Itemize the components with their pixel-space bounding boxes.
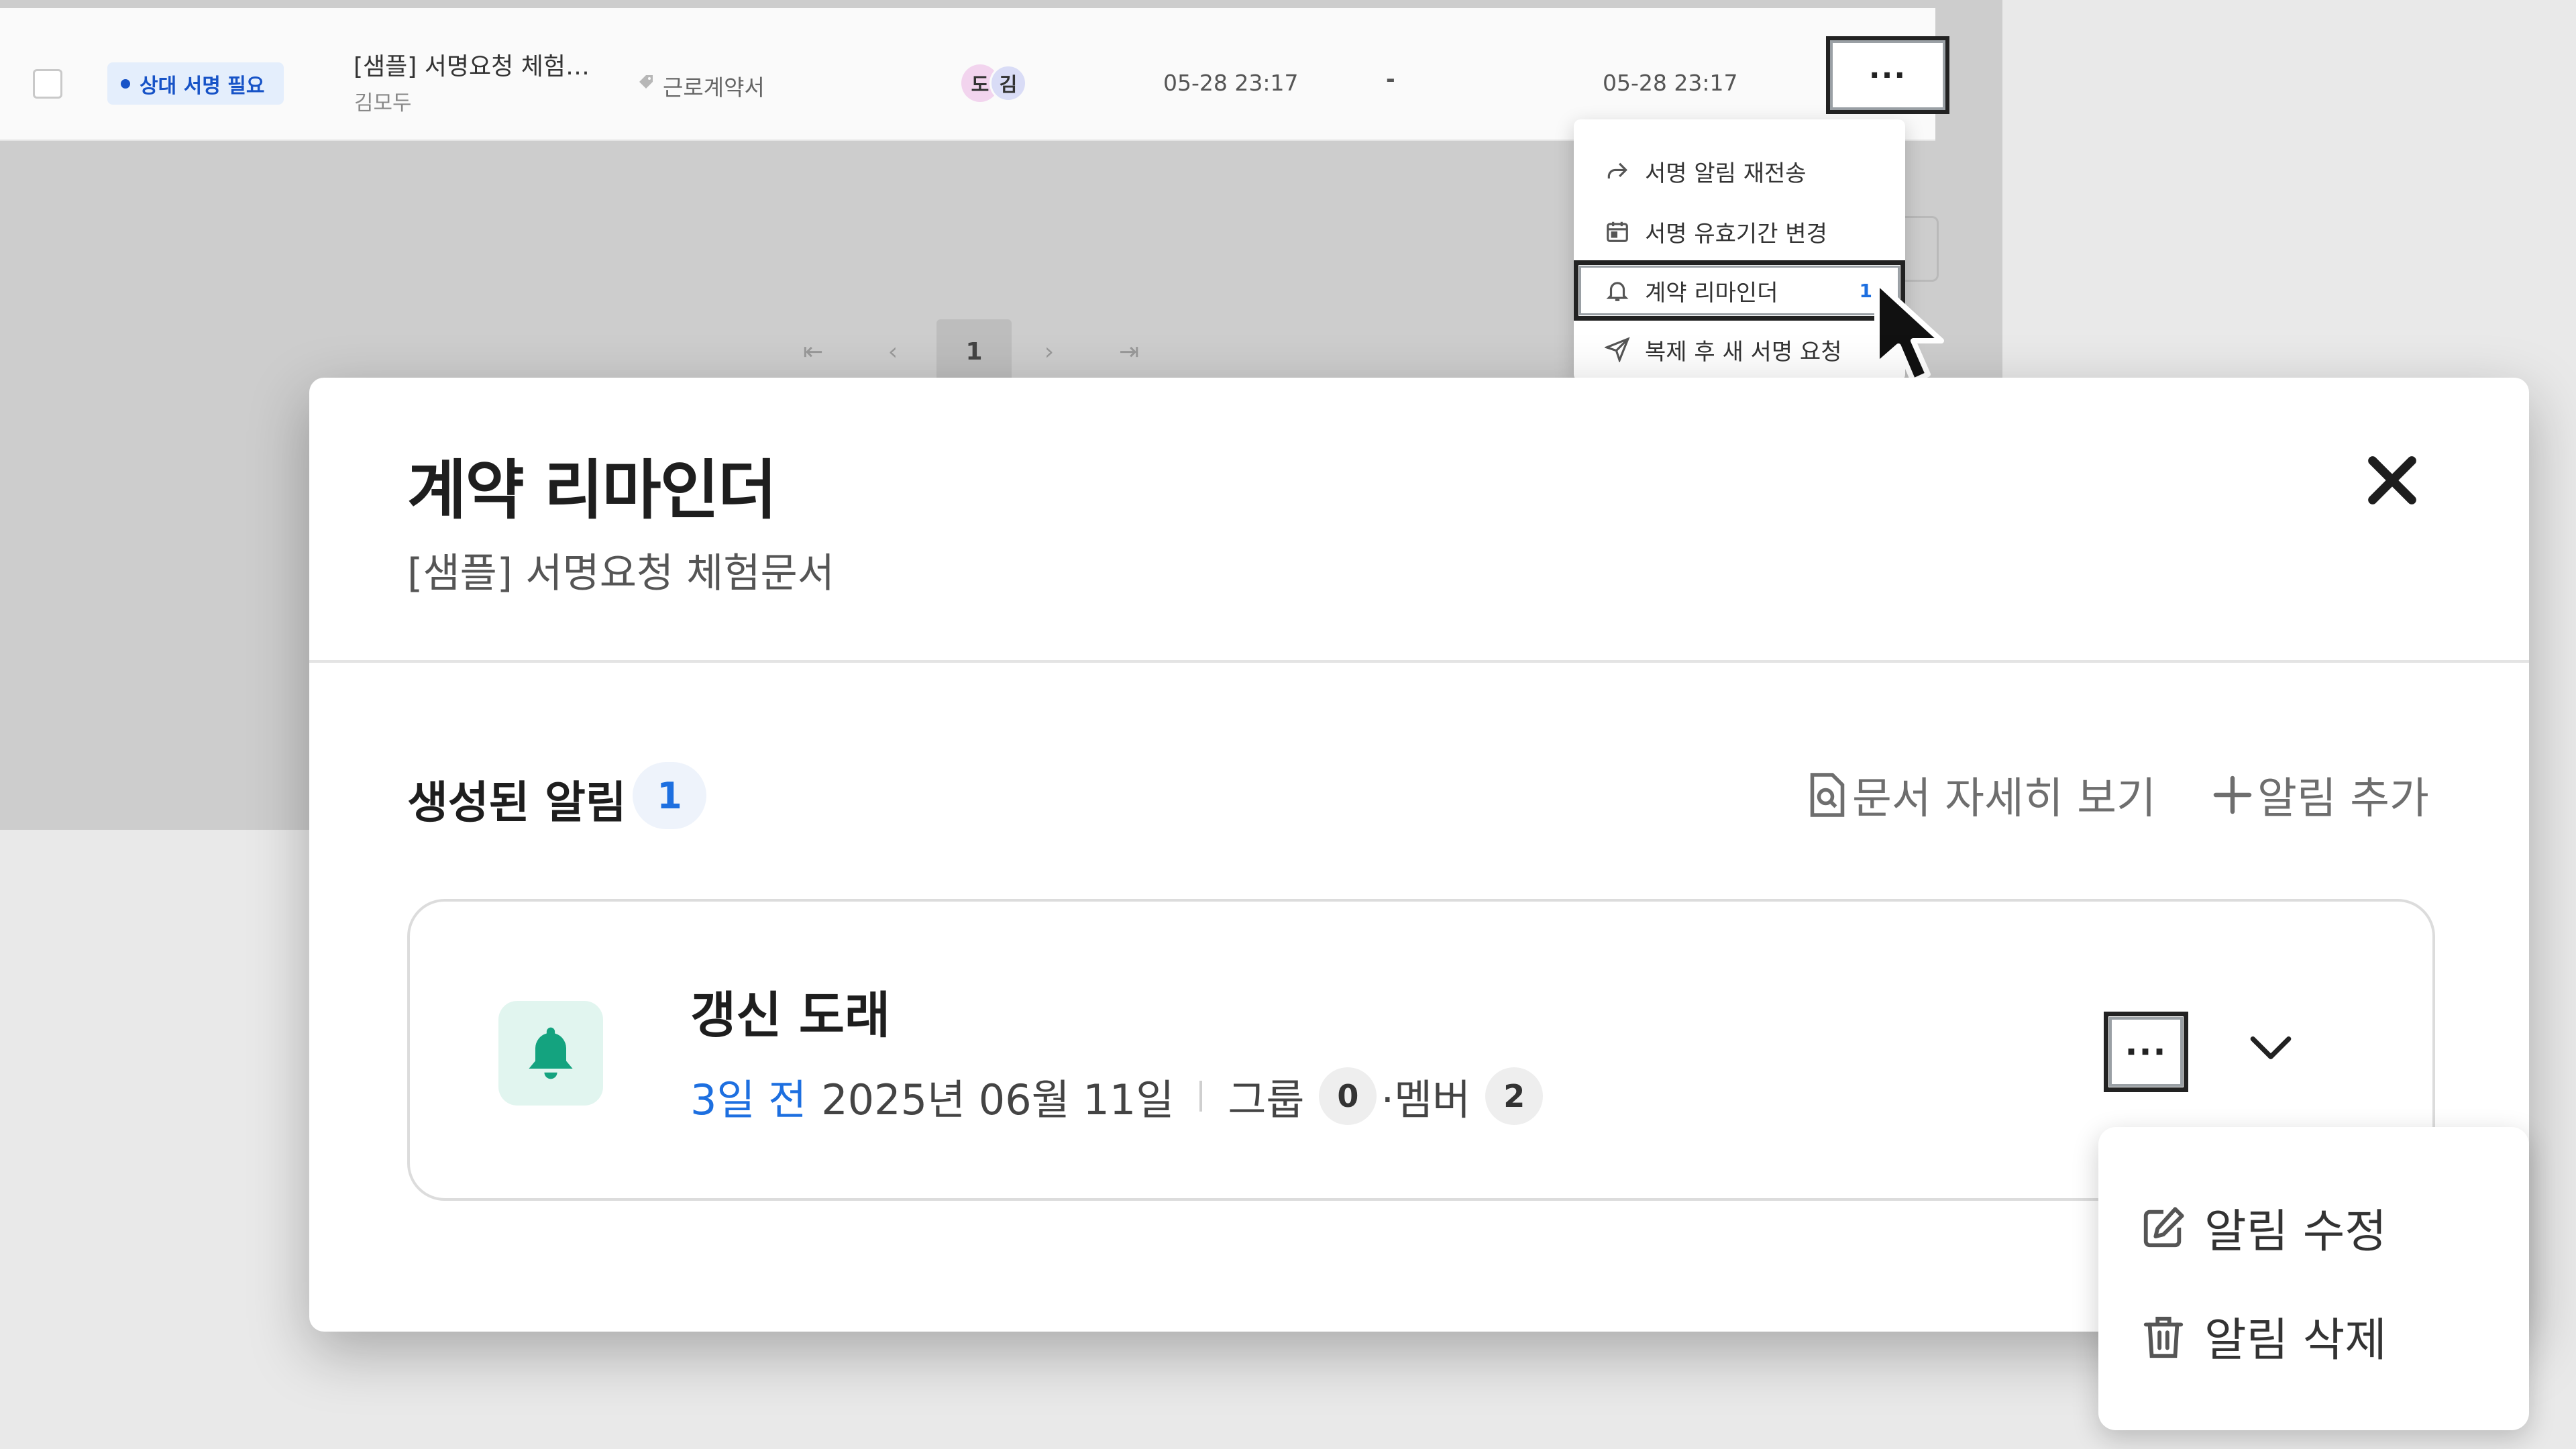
member-label: ·멤버 xyxy=(1381,1075,1471,1124)
group-count: 0 xyxy=(1319,1067,1377,1125)
status-dot-icon xyxy=(121,78,130,89)
delete-alarm-label: 알림 삭제 xyxy=(2204,1314,2387,1367)
status-badge: 상대 서명 필요 xyxy=(107,62,284,105)
mouse-cursor-icon xyxy=(1874,279,1944,384)
alarm-more-button[interactable]: ··· xyxy=(2104,1012,2188,1092)
row-more-button[interactable]: ··· xyxy=(1826,36,1949,114)
current-page[interactable]: 1 xyxy=(936,319,1012,384)
view-document-label: 문서 자세히 보기 xyxy=(1852,774,2156,824)
document-title[interactable]: [샘플] 서명요청 체험문서 xyxy=(354,47,595,82)
row-context-menu: 서명 알림 재전송 서명 유효기간 변경 계약 리마인더 1 복제 후 새 서명… xyxy=(1574,119,1905,381)
menu-item-label: 계약 리마인더 xyxy=(1645,279,1778,307)
add-alarm-label: 알림 추가 xyxy=(2257,774,2429,824)
updated-date: 05-28 23:17 xyxy=(1603,70,1738,96)
tag-icon xyxy=(639,75,653,89)
add-alarm-button[interactable]: 알림 추가 xyxy=(2212,764,2429,826)
modal-divider xyxy=(309,660,2529,663)
prev-page-button[interactable]: ‹ xyxy=(855,319,930,384)
edit-icon xyxy=(2143,1206,2184,1247)
last-page-button[interactable]: ⇥ xyxy=(1091,319,1167,384)
next-page-button[interactable]: › xyxy=(1012,319,1087,384)
group-label: 그룹 xyxy=(1228,1075,1305,1124)
menu-item-label: 서명 알림 재전송 xyxy=(1645,160,1807,187)
alarm-date: 2025년 06월 11일 xyxy=(821,1075,1175,1124)
document-sender: 김모두 xyxy=(354,91,412,115)
trash-icon xyxy=(2143,1316,2184,1358)
chevron-down-icon[interactable] xyxy=(2244,1021,2298,1075)
close-icon[interactable] xyxy=(2359,447,2426,514)
modal-subtitle: [샘플] 서명요청 체험문서 xyxy=(407,550,835,597)
menu-item-label: 서명 유효기간 변경 xyxy=(1645,220,1827,248)
signed-date: - xyxy=(1386,66,1395,92)
row-checkbox[interactable] xyxy=(33,69,62,99)
first-page-button[interactable]: ⇤ xyxy=(775,319,851,384)
member-count: 2 xyxy=(1485,1067,1544,1125)
edit-alarm-label: 알림 수정 xyxy=(2204,1205,2387,1258)
edit-alarm-item[interactable]: 알림 수정 xyxy=(2140,1194,2387,1260)
send-icon xyxy=(1605,337,1630,362)
bell-icon xyxy=(1606,282,1629,301)
avatar: 김 xyxy=(989,64,1027,102)
document-search-icon xyxy=(1810,773,1845,817)
delete-alarm-item[interactable]: 알림 삭제 xyxy=(2140,1303,2387,1369)
share-arrow-icon xyxy=(1607,162,1627,179)
alarm-title: 갱신 도래 xyxy=(690,987,891,1044)
menu-item-resend[interactable]: 서명 알림 재전송 xyxy=(1574,141,1905,201)
calendar-icon xyxy=(1607,221,1628,242)
alarm-bell-badge xyxy=(498,1001,603,1106)
view-document-button[interactable]: 문서 자세히 보기 xyxy=(1807,764,2156,826)
meta-divider xyxy=(1199,1081,1203,1112)
modal-title: 계약 리마인더 xyxy=(407,453,777,528)
menu-item-contract-reminder[interactable]: 계약 리마인더 1 xyxy=(1574,260,1905,321)
alarm-meta: 3일 전 2025년 06월 11일 그룹 0 ·멤버 2 xyxy=(690,1066,1547,1126)
alarm-context-menu: 알림 수정 알림 삭제 xyxy=(2098,1127,2529,1430)
alarm-relative-time: 3일 전 xyxy=(690,1075,807,1124)
menu-item-duplicate[interactable]: 복제 후 새 서명 요청 xyxy=(1574,319,1905,380)
status-badge-label: 상대 서명 필요 xyxy=(140,74,265,98)
created-date: 05-28 23:17 xyxy=(1163,70,1299,96)
section-title: 생성된 알림 xyxy=(407,777,627,828)
bell-icon xyxy=(529,1027,573,1079)
menu-item-label: 복제 후 새 서명 요청 xyxy=(1645,338,1842,366)
menu-item-change-expiry[interactable]: 서명 유효기간 변경 xyxy=(1574,201,1905,262)
plus-icon xyxy=(2213,775,2252,814)
section-count-badge: 1 xyxy=(633,762,706,829)
document-tag: 근로계약서 xyxy=(663,74,765,101)
reminder-count: 1 xyxy=(1859,279,1872,302)
